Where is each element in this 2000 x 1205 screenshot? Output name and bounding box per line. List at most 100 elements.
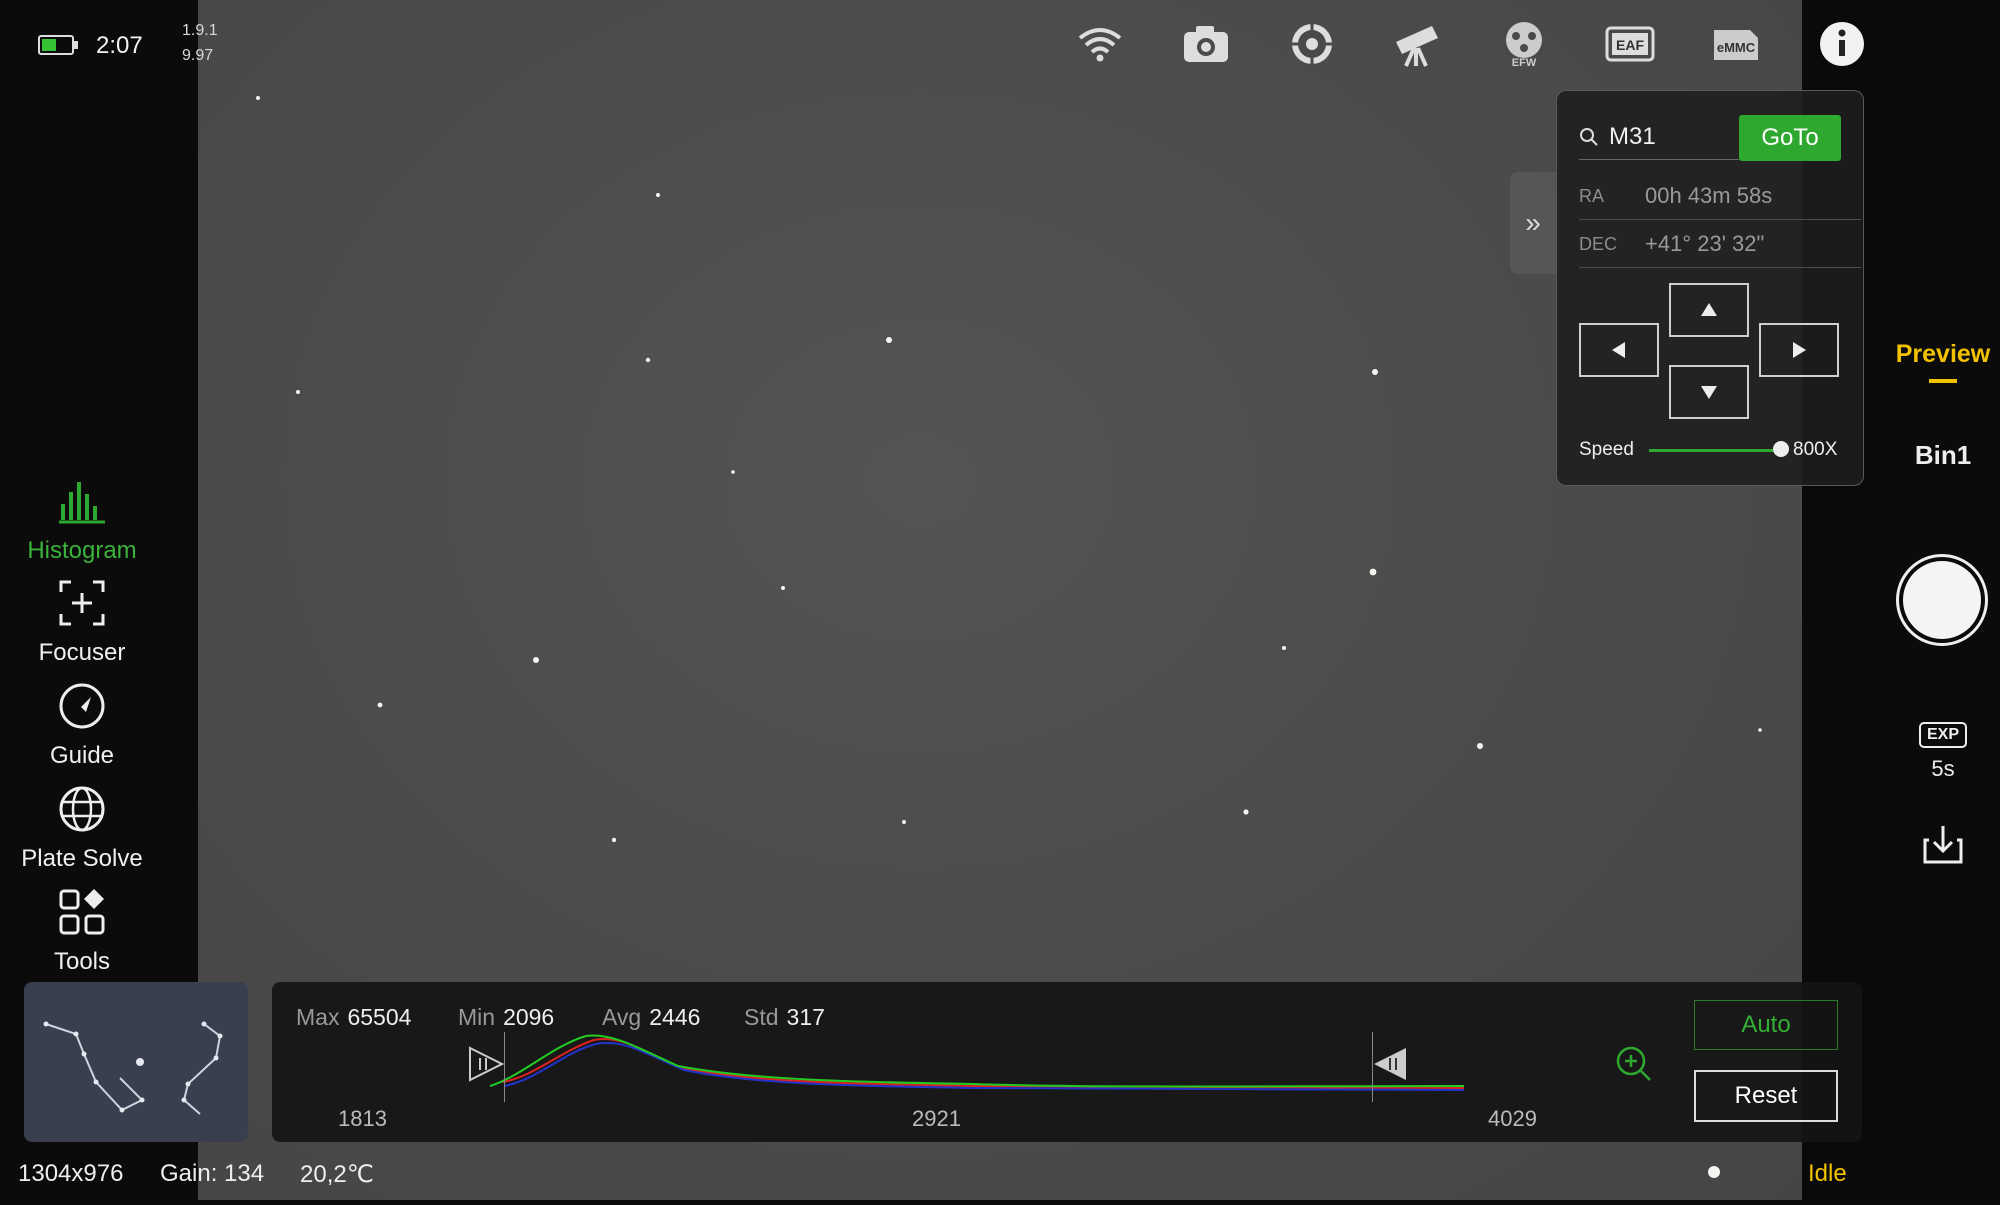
white-point-handle[interactable]: [1370, 1044, 1410, 1084]
slew-east-button[interactable]: [1759, 323, 1839, 377]
slew-west-button[interactable]: [1579, 323, 1659, 377]
collapse-panel-button[interactable]: »: [1510, 172, 1556, 274]
dec-value: +41° 23' 32": [1645, 231, 1765, 256]
focuser-icon: [59, 580, 105, 626]
nav-plate-solve[interactable]: Plate Solve: [0, 784, 164, 873]
nav-tools-label: Tools: [53, 948, 111, 975]
std-stat: Std 317: [744, 1004, 825, 1031]
triangle-down-icon: [1701, 386, 1717, 399]
temperature-text: 20,2℃: [300, 1161, 374, 1188]
min-label: Min: [458, 1004, 496, 1030]
zoom-in-icon[interactable]: [1614, 1044, 1654, 1084]
nav-plate-solve-label: Plate Solve: [21, 845, 143, 872]
bin-label: Bin1: [1914, 440, 1972, 470]
nav-tools[interactable]: Tools: [0, 887, 164, 976]
avg-value: 2446: [649, 1004, 701, 1030]
std-value: 317: [786, 1004, 825, 1030]
version-b: 9.97: [182, 47, 214, 64]
state-text: Idle: [1808, 1160, 1847, 1187]
max-label: Max: [296, 1004, 340, 1030]
telescope-icon[interactable]: [1390, 18, 1446, 70]
target-search[interactable]: [1579, 115, 1739, 160]
star: [1369, 568, 1377, 576]
star: [645, 357, 651, 363]
slew-north-button[interactable]: [1669, 283, 1749, 337]
histogram-icon: [59, 482, 105, 524]
min-value: 2096: [503, 1004, 555, 1030]
capture-button-inner: [1903, 561, 1981, 639]
max-stat: Max 65504: [296, 1004, 411, 1031]
star: [1477, 743, 1483, 749]
speed-slider-track[interactable]: [1649, 449, 1781, 452]
eaf-label: EAF: [1616, 37, 1644, 53]
efw-icon[interactable]: EFW: [1496, 18, 1552, 70]
search-icon: [1580, 128, 1598, 146]
star: [731, 470, 735, 474]
info-icon[interactable]: [1814, 18, 1870, 70]
nav-focuser[interactable]: Focuser: [0, 578, 164, 667]
preview-underline: [1929, 379, 1957, 383]
nav-guide[interactable]: Guide: [0, 681, 164, 770]
constellation-map: [43, 1021, 223, 1115]
black-point-line: [504, 1032, 505, 1102]
avg-label: Avg: [602, 1004, 642, 1030]
star: [886, 337, 892, 343]
exp-value: 5s: [1931, 756, 1955, 781]
nav-focuser-label: Focuser: [38, 639, 126, 666]
histogram-panel: Max 65504 Min 2096 Avg 2446 Std 317 1813 292…: [272, 982, 1862, 1142]
exposure-setting[interactable]: EXP 5s: [1886, 722, 2000, 782]
resolution-text: 1304x976: [18, 1160, 124, 1187]
tools-grid-icon: [59, 889, 105, 935]
preview-label: Preview: [1895, 340, 1991, 368]
dec-label: DEC: [1579, 233, 1618, 254]
double-chevron-right-icon: »: [1525, 207, 1541, 238]
guide-target-icon[interactable]: [1284, 18, 1340, 70]
nav-histogram-label: Histogram: [27, 537, 137, 564]
star: [256, 96, 260, 100]
download-icon: [1923, 826, 1963, 864]
camera-icon[interactable]: [1178, 18, 1234, 70]
nav-guide-label: Guide: [49, 742, 115, 769]
star: [533, 657, 539, 663]
star: [611, 837, 617, 843]
wifi-icon[interactable]: [1072, 18, 1128, 70]
slew-south-button[interactable]: [1669, 365, 1749, 419]
star: [781, 586, 785, 590]
sky-map-thumbnail[interactable]: [24, 982, 248, 1142]
axis-mid: 2921: [912, 1106, 961, 1131]
triangle-right-icon: [1793, 342, 1806, 358]
black-point-handle[interactable]: [466, 1044, 506, 1084]
triangle-up-icon: [1701, 303, 1717, 316]
eaf-icon[interactable]: EAF: [1602, 18, 1658, 70]
battery-icon: [38, 34, 80, 61]
axis-right: 4029: [1488, 1106, 1537, 1131]
star: [656, 193, 660, 197]
mode-preview[interactable]: Preview: [1886, 340, 2000, 383]
std-label: Std: [744, 1004, 779, 1030]
mount-control-panel: GoTo RA 00h 43m 58s DEC +41° 23' 32" Spe…: [1556, 90, 1864, 486]
bin-selector[interactable]: Bin1: [1886, 440, 2000, 471]
speed-label: Speed: [1579, 439, 1634, 460]
speed-slider-handle[interactable]: [1773, 441, 1789, 457]
reset-stretch-button[interactable]: Reset: [1694, 1070, 1838, 1122]
download-button[interactable]: [1886, 820, 2000, 873]
guide-icon: [59, 683, 105, 729]
star: [1708, 1166, 1720, 1178]
capture-button[interactable]: [1896, 554, 1988, 646]
nav-histogram[interactable]: Histogram: [0, 476, 164, 565]
star: [296, 390, 300, 394]
auto-stretch-button[interactable]: Auto: [1694, 1000, 1838, 1050]
star: [377, 702, 383, 708]
emmc-icon[interactable]: eMMC: [1708, 18, 1764, 70]
exp-badge: EXP: [1918, 722, 1967, 748]
ra-label: RA: [1579, 185, 1605, 206]
max-value: 65504: [347, 1004, 412, 1030]
dec-row: DEC +41° 23' 32": [1579, 221, 1861, 268]
target-search-input[interactable]: [1607, 122, 1731, 152]
avg-stat: Avg 2446: [602, 1004, 700, 1031]
emmc-label: eMMC: [1717, 40, 1756, 55]
globe-icon: [59, 786, 105, 832]
goto-button[interactable]: GoTo: [1739, 115, 1841, 161]
gain-text: Gain: 134: [160, 1160, 265, 1187]
speed-value: 800X: [1793, 439, 1838, 460]
